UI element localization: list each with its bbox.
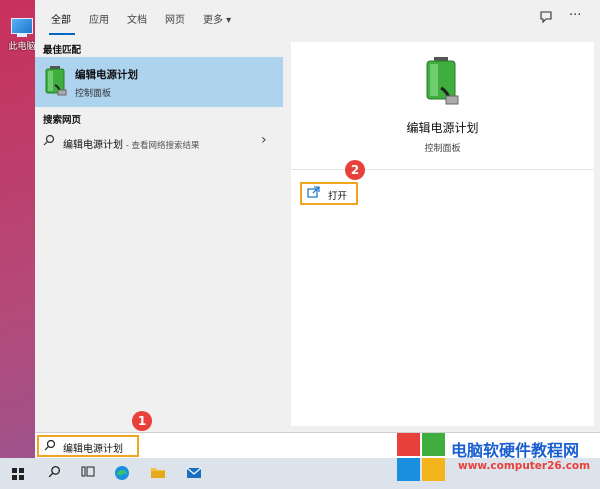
open-button[interactable]: 打开	[300, 182, 358, 205]
chevron-right-icon[interactable]: ›	[261, 132, 267, 148]
best-match-header: 最佳匹配	[43, 45, 82, 56]
open-icon	[307, 186, 320, 201]
desktop-icon-this-pc[interactable]: 此电脑	[8, 18, 36, 52]
desktop-icon-label: 此电脑	[8, 42, 36, 52]
step-2-badge: 2	[345, 160, 365, 180]
search-icon	[43, 134, 55, 149]
windows-start-icon[interactable]	[12, 468, 24, 480]
detail-pane: 编辑电源计划 控制面板 打开	[291, 42, 594, 426]
search-icon	[44, 439, 56, 454]
best-match-subtitle: 控制面板	[75, 89, 112, 99]
detail-subtitle: 控制面板	[424, 144, 461, 154]
web-search-header: 搜索网页	[43, 115, 82, 126]
tab-more[interactable]: 更多 ▾	[203, 11, 231, 26]
search-input[interactable]: 编辑电源计划	[37, 435, 139, 457]
feedback-icon[interactable]	[539, 10, 553, 28]
web-search-query: 编辑电源计划	[63, 140, 123, 151]
tab-documents[interactable]: 文档	[127, 11, 147, 26]
detail-title: 编辑电源计划	[406, 121, 479, 135]
watermark-site-name: 电脑软硬件教程网	[451, 441, 580, 460]
watermark-logo	[397, 433, 445, 481]
task-view-icon[interactable]	[76, 465, 100, 482]
taskbar-search-icon[interactable]	[42, 465, 66, 482]
watermark-url: www.computer26.com	[458, 460, 591, 472]
search-input-value: 编辑电源计划	[63, 444, 123, 455]
web-search-item[interactable]: 编辑电源计划 - 查看网络搜索结果 ›	[35, 129, 283, 155]
file-explorer-icon[interactable]	[146, 465, 170, 483]
more-options-icon[interactable]: ···	[569, 8, 581, 23]
battery-power-icon	[45, 66, 67, 96]
search-tabs: 全部 应用 文档 网页 更多 ▾ ···	[35, 0, 600, 36]
tab-all[interactable]: 全部	[51, 11, 71, 26]
edge-browser-icon[interactable]	[110, 465, 134, 485]
open-button-label: 打开	[328, 191, 348, 202]
web-search-suffix: - 查看网络搜索结果	[123, 141, 200, 151]
results-list: 最佳匹配 编辑电源计划 控制面板 搜索网页 编辑电源计划 - 查看网络搜索结果 …	[35, 36, 283, 432]
search-panel: 全部 应用 文档 网页 更多 ▾ ··· 最佳匹配 编辑电源计划 控制面板 搜索…	[35, 0, 600, 458]
best-match-title: 编辑电源计划	[75, 69, 138, 81]
battery-power-icon-large	[426, 57, 459, 105]
detail-header: 编辑电源计划 控制面板	[291, 42, 594, 170]
monitor-icon	[11, 18, 33, 34]
active-tab-indicator	[49, 33, 75, 35]
best-match-item[interactable]: 编辑电源计划 控制面板	[35, 57, 283, 107]
tab-apps[interactable]: 应用	[89, 11, 109, 26]
step-1-badge: 1	[132, 411, 152, 431]
tab-web[interactable]: 网页	[165, 11, 185, 26]
mail-icon[interactable]	[182, 465, 206, 483]
